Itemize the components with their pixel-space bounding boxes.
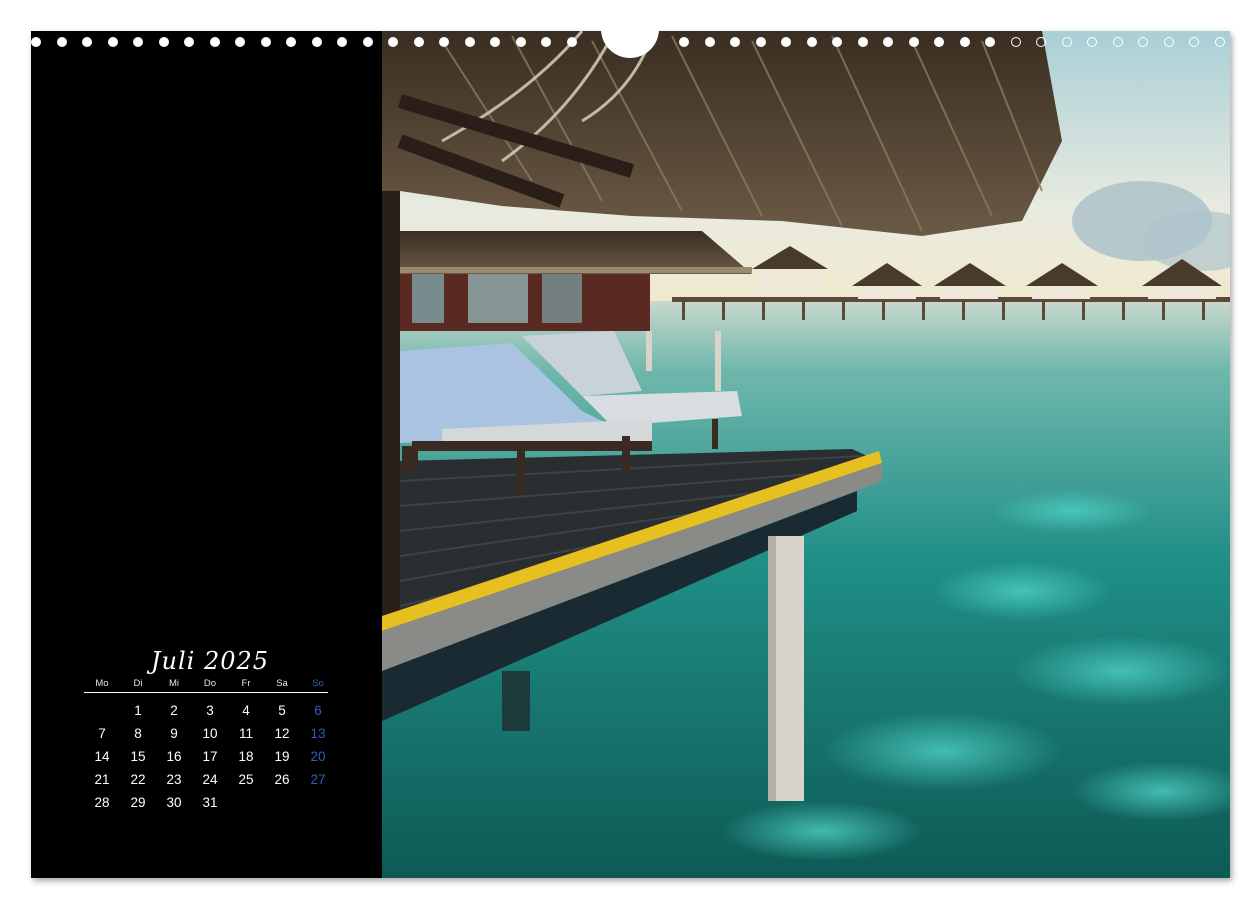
month-title: Juli 2025 (150, 647, 270, 675)
binding-hole (490, 37, 500, 47)
binding-hole (107, 37, 118, 47)
binding-hole (704, 37, 715, 47)
overwater-bungalow-icon (382, 31, 1230, 878)
binding-hole (413, 37, 424, 47)
weekday-label: Mi (168, 678, 180, 689)
day-cell: 3 (206, 703, 214, 718)
day-cell: 30 (166, 795, 182, 810)
binding-hole (1087, 37, 1097, 47)
binding-hole (133, 37, 143, 47)
binding-hole (464, 37, 475, 47)
binding-hole (1010, 37, 1021, 47)
day-cell: 16 (166, 749, 182, 764)
binding-hole (781, 37, 791, 47)
day-cell: 23 (166, 772, 182, 787)
weekday-label: Fr (241, 678, 251, 689)
binding-hole (1214, 37, 1225, 47)
day-cell (84, 699, 120, 722)
binding-hole (730, 37, 740, 47)
day-cell: 15 (130, 749, 146, 764)
binding-hole (1112, 37, 1123, 47)
binding-hole (388, 37, 398, 47)
day-cell: 21 (94, 772, 110, 787)
day-cell-sunday: 27 (310, 772, 326, 787)
weekday-label-sunday: So (312, 678, 324, 689)
binding-hole (209, 37, 220, 47)
day-cell: 11 (238, 726, 253, 741)
day-cell: 9 (170, 726, 178, 741)
day-cell: 4 (242, 703, 250, 718)
weekday-label: Mo (95, 678, 109, 689)
day-cell-sunday (300, 791, 336, 814)
weekday-label: Do (203, 678, 217, 689)
binding-hole (985, 37, 995, 47)
day-cell-sunday: 20 (310, 749, 326, 764)
day-cell: 14 (94, 749, 110, 764)
binding-hole (286, 37, 296, 47)
day-cell: 10 (202, 726, 218, 741)
day-cell: 29 (130, 795, 146, 810)
binding-hole (235, 37, 245, 47)
binding-hole (362, 37, 373, 47)
weekday-label: Di (133, 678, 143, 689)
weekday-label: Sa (276, 678, 288, 689)
binding-hole (1189, 37, 1199, 47)
day-cell (228, 791, 264, 814)
binding-hole (755, 37, 766, 47)
binding-hole (56, 37, 67, 47)
binding-hole (82, 37, 92, 47)
binding-hole (832, 37, 842, 47)
day-cell (264, 791, 300, 814)
binding-hole (1036, 37, 1046, 47)
day-cell: 12 (274, 726, 290, 741)
binding-hole (1138, 37, 1148, 47)
binding-hole (337, 37, 347, 47)
binding-hole (311, 37, 322, 47)
day-cell: 7 (98, 726, 106, 741)
calendar-days: 1 2 3 4 5 6 7 8 9 10 11 12 13 14 15 16 1… (84, 699, 328, 814)
binding-hole (260, 37, 271, 47)
weekday-header: Mo Di Mi Do Fr Sa So (84, 678, 328, 693)
binding-hole (857, 37, 868, 47)
binding-hole (679, 37, 689, 47)
day-cell: 25 (238, 772, 254, 787)
binding-hole (1163, 37, 1174, 47)
day-cell-sunday: 6 (314, 703, 322, 718)
day-cell: 8 (134, 726, 142, 741)
month-calendar: Juli 2025 Mo Di Mi Do Fr Sa So 1 2 3 4 5… (84, 644, 328, 814)
binding-hole (515, 37, 526, 47)
binding-hole (959, 37, 970, 47)
binding-hole (1061, 37, 1072, 47)
binding-hole (806, 37, 817, 47)
day-cell: 31 (202, 795, 218, 810)
day-cell: 17 (202, 749, 218, 764)
binding-hole (439, 37, 449, 47)
day-cell: 22 (130, 772, 146, 787)
binding-hole (908, 37, 919, 47)
binding-hole (934, 37, 944, 47)
binding-hole (184, 37, 194, 47)
day-cell: 18 (238, 749, 254, 764)
day-cell: 2 (170, 703, 178, 718)
binding-hole (541, 37, 551, 47)
day-cell: 5 (278, 703, 286, 718)
binding-hole (31, 37, 41, 47)
binding-hole (883, 37, 893, 47)
day-cell: 19 (274, 749, 290, 764)
day-cell: 1 (134, 703, 142, 718)
day-cell: 24 (202, 772, 218, 787)
binding-hole (566, 37, 577, 47)
photo-overwater-bungalow (382, 31, 1230, 878)
binding-hole (158, 37, 169, 47)
day-cell-sunday: 13 (310, 726, 326, 741)
day-cell: 26 (274, 772, 290, 787)
day-cell: 28 (94, 795, 110, 810)
